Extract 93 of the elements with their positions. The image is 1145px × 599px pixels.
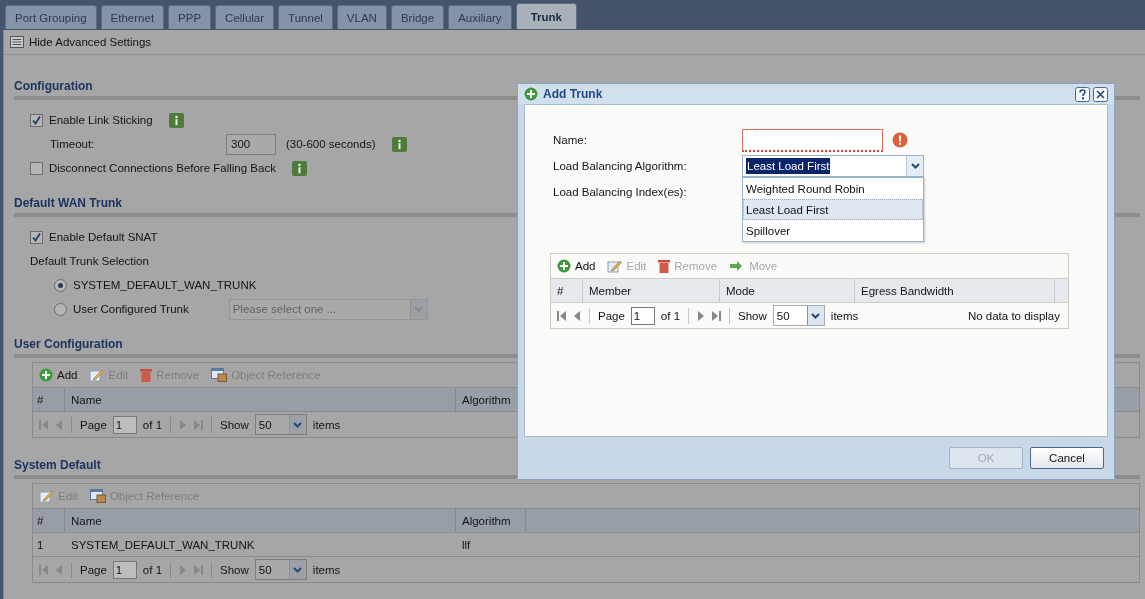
page-field[interactable]: 1 (630, 306, 655, 325)
checkbox[interactable] (30, 230, 43, 244)
show-label: Show (738, 309, 767, 322)
empty-message: No data to display (967, 309, 1061, 322)
help-icon[interactable] (1075, 86, 1090, 102)
checkbox-label: Enable Default SNAT (49, 231, 158, 243)
add-icon (39, 368, 53, 382)
checkbox-label: Enable Link Sticking (49, 114, 153, 126)
page-field[interactable]: 1 (112, 560, 137, 579)
trash-icon (140, 368, 153, 382)
page-label: Page (80, 563, 107, 576)
field-label: Default Trunk Selection (30, 255, 149, 267)
tab[interactable]: VLAN (336, 5, 387, 29)
field-label: Load Balancing Index(es): (553, 186, 688, 198)
page-count: of 1 (142, 563, 163, 576)
info-icon[interactable] (168, 112, 184, 128)
page-size-dropdown[interactable]: 50 (254, 559, 307, 580)
add-icon (557, 259, 571, 273)
column-header: Name (65, 388, 456, 411)
name-field[interactable] (742, 128, 883, 152)
page-count: of 1 (660, 309, 681, 322)
page-size-dropdown[interactable]: 50 (772, 305, 825, 326)
last-page-icon[interactable] (711, 309, 722, 322)
cancel-button[interactable]: Cancel (1030, 447, 1104, 469)
tab[interactable]: Tunnel (278, 5, 333, 29)
add-button[interactable]: Add (557, 259, 596, 273)
chevron-down-icon (414, 306, 424, 312)
tab[interactable]: Ethernet (100, 5, 165, 29)
page-count: of 1 (142, 418, 163, 431)
dropdown-option[interactable]: Weighted Round Robin (743, 178, 923, 199)
dropdown-option[interactable]: Spillover (743, 220, 923, 241)
show-label: Show (220, 563, 249, 576)
algorithm-dropdown[interactable]: Least Load First (742, 155, 924, 177)
checkbox-label: Disconnect Connections Before Falling Back (49, 162, 276, 174)
timeout-label: Timeout: (50, 138, 96, 150)
window-icon (211, 368, 228, 382)
page-size-dropdown[interactable]: 50 (254, 414, 307, 435)
radio-button[interactable] (54, 302, 67, 316)
page-field[interactable]: 1 (112, 415, 137, 434)
close-icon[interactable] (1093, 86, 1108, 102)
page-label: Page (598, 309, 625, 322)
show-label: Show (220, 418, 249, 431)
tab[interactable]: PPP (168, 5, 212, 29)
tab[interactable]: Bridge (390, 5, 445, 29)
tab[interactable]: Auxiliary (448, 5, 512, 29)
timeout-field[interactable]: 300 (226, 133, 276, 155)
items-label: items (312, 418, 341, 431)
trash-icon (658, 259, 671, 273)
items-label: items (312, 563, 341, 576)
timeout-hint: (30-600 seconds) (286, 138, 376, 150)
info-icon[interactable] (291, 160, 307, 176)
column-header: Mode (720, 279, 855, 302)
tab[interactable]: Cellular (215, 5, 275, 29)
next-page-icon[interactable] (697, 309, 706, 322)
hide-advanced-settings-button[interactable]: Hide Advanced Settings (10, 36, 152, 48)
info-icon[interactable] (391, 136, 407, 152)
dialog-title: Add Trunk (543, 87, 604, 101)
column-header: # (33, 509, 65, 532)
pencil-icon (39, 489, 54, 503)
radio-label: User Configured Trunk (73, 303, 189, 315)
tab[interactable]: Trunk (515, 3, 577, 29)
previous-page-icon[interactable] (573, 309, 581, 322)
field-label: Load Balancing Algorithm: (553, 160, 688, 172)
page-label: Page (80, 418, 107, 431)
column-header: Egress Bandwidth (855, 279, 1055, 302)
add-button[interactable]: Add (39, 368, 78, 382)
window-icon (89, 489, 106, 503)
checkbox[interactable] (30, 161, 43, 175)
items-label: items (830, 309, 859, 322)
chevron-down-icon (293, 421, 303, 428)
pencil-icon (89, 368, 105, 382)
field-label: Name: (553, 134, 588, 146)
column-header: Algorithm (456, 509, 526, 532)
column-header: # (33, 388, 65, 411)
checkbox[interactable] (30, 113, 43, 127)
pencil-icon (607, 259, 623, 273)
chevron-down-icon (811, 312, 821, 319)
table-cell-text: SYSTEM_DEFAULT_WAN_TRUNK (70, 537, 256, 553)
table-cell-text: llf (461, 537, 472, 553)
column-header: Name (65, 509, 456, 532)
column-header: # (551, 279, 583, 302)
chevron-down-icon (910, 163, 920, 169)
radio-button[interactable] (54, 278, 67, 292)
tab[interactable]: Port Grouping (5, 5, 97, 29)
warning-icon (892, 132, 908, 148)
radio-label: SYSTEM_DEFAULT_WAN_TRUNK (73, 279, 257, 291)
table-cell-text: 1 (36, 537, 45, 553)
chevron-down-icon (293, 566, 303, 573)
first-page-icon[interactable] (557, 309, 567, 322)
dropdown-option[interactable]: Least Load First (743, 199, 923, 220)
column-header: Member (583, 279, 720, 302)
add-icon (524, 87, 538, 101)
list-icon (10, 36, 24, 48)
